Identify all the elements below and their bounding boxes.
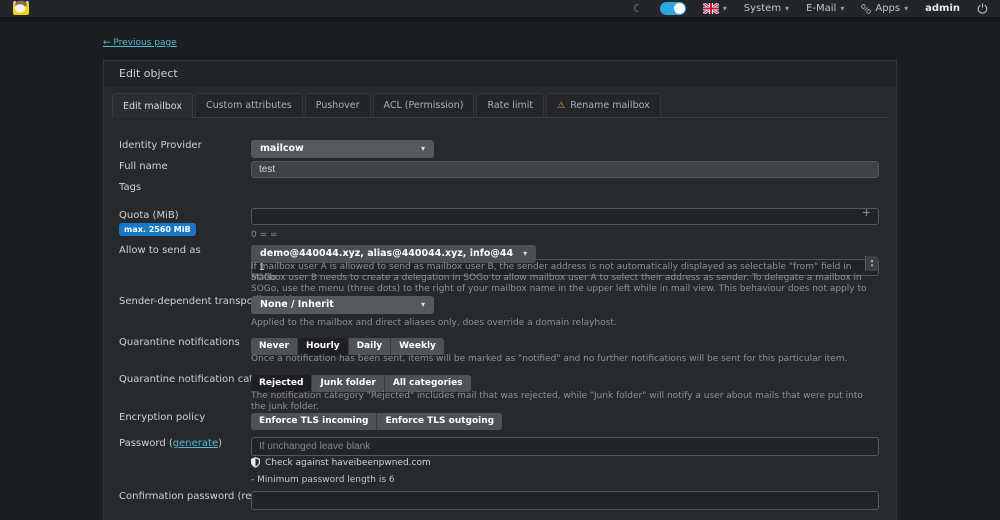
encryption-policy-group: Enforce TLS incoming Enforce TLS outgoin… bbox=[251, 413, 502, 430]
quarantine-notifications-group: Never Hourly Daily Weekly bbox=[251, 338, 444, 355]
password-label: Password (generate) bbox=[119, 438, 222, 449]
tags-label: Tags bbox=[119, 182, 141, 193]
dark-mode-icon: ☾ bbox=[633, 2, 643, 15]
generate-password-link[interactable]: generate bbox=[173, 438, 218, 449]
shield-icon bbox=[251, 457, 260, 468]
add-tag-icon[interactable]: + bbox=[862, 206, 871, 219]
uk-flag-icon bbox=[703, 3, 719, 14]
quota-label: Quota (MiB) bbox=[119, 210, 179, 221]
chevron-down-icon: ▾ bbox=[723, 4, 727, 13]
notify-hourly-button[interactable]: Hourly bbox=[298, 338, 349, 355]
notify-daily-button[interactable]: Daily bbox=[349, 338, 392, 355]
category-rejected-button[interactable]: Rejected bbox=[251, 375, 312, 392]
chevron-down-icon: ▾ bbox=[421, 300, 425, 309]
full-name-input[interactable] bbox=[251, 161, 879, 178]
tab-rate-limit[interactable]: Rate limit bbox=[476, 93, 544, 117]
quarantine-category-group: Rejected Junk folder All categories bbox=[251, 375, 471, 392]
pwned-check-option[interactable]: Check against haveibeenpwned.com bbox=[251, 457, 879, 468]
mailcow-logo[interactable] bbox=[12, 0, 31, 19]
enforce-tls-incoming-button[interactable]: Enforce TLS incoming bbox=[251, 413, 377, 430]
notify-weekly-button[interactable]: Weekly bbox=[391, 338, 444, 355]
chevron-down-icon: ▾ bbox=[840, 4, 844, 13]
category-junk-folder-button[interactable]: Junk folder bbox=[312, 375, 384, 392]
language-selector[interactable]: ▾ bbox=[703, 3, 727, 14]
tab-edit-mailbox[interactable]: Edit mailbox bbox=[112, 93, 193, 118]
quota-hint: 0 = ∞ bbox=[251, 230, 879, 241]
top-navbar: ☾ ▾ System▾ E-Mail▾ Apps▾ admin bbox=[0, 0, 1000, 22]
category-all-button[interactable]: All categories bbox=[385, 375, 471, 392]
card-title: Edit object bbox=[104, 61, 896, 86]
tags-input[interactable] bbox=[251, 208, 879, 225]
transports-help: Applied to the mailbox and direct aliase… bbox=[251, 318, 879, 329]
identity-provider-select[interactable]: mailcow ▾ bbox=[251, 140, 434, 158]
tab-custom-attributes[interactable]: Custom attributes bbox=[195, 93, 303, 117]
identity-provider-label: Identity Provider bbox=[119, 140, 202, 151]
chevron-down-icon: ▾ bbox=[523, 249, 527, 258]
menu-apps[interactable]: Apps▾ bbox=[861, 3, 908, 14]
dark-mode-toggle[interactable] bbox=[660, 2, 686, 15]
quota-max-badge: max. 2560 MiB bbox=[119, 223, 196, 236]
previous-page-link[interactable]: ← Previous page bbox=[103, 38, 177, 48]
menu-email[interactable]: E-Mail▾ bbox=[806, 3, 844, 14]
chevron-down-icon: ▾ bbox=[785, 4, 789, 13]
power-icon bbox=[977, 3, 988, 14]
warning-icon: ⚠ bbox=[557, 101, 565, 111]
cow-logo-icon bbox=[12, 0, 31, 15]
tab-pushover[interactable]: Pushover bbox=[305, 93, 371, 117]
password-min-hint: - Minimum password length is 6 bbox=[251, 475, 879, 486]
edit-object-card: Edit object Edit mailbox Custom attribut… bbox=[103, 60, 897, 520]
tab-rename-mailbox[interactable]: ⚠ Rename mailbox bbox=[546, 93, 661, 117]
mailbox-tabs: Edit mailbox Custom attributes Pushover … bbox=[112, 94, 888, 118]
toggle-knob bbox=[674, 3, 685, 14]
quarantine-notifications-label: Quarantine notifications bbox=[119, 337, 240, 348]
allow-send-as-select[interactable]: demo@440044.xyz, alias@440044.xyz, info@… bbox=[251, 245, 536, 263]
confirm-password-input[interactable] bbox=[251, 491, 879, 510]
enforce-tls-outgoing-button[interactable]: Enforce TLS outgoing bbox=[377, 413, 502, 430]
chevron-down-icon: ▾ bbox=[904, 4, 908, 13]
logout-button[interactable] bbox=[977, 0, 988, 18]
password-input[interactable] bbox=[251, 437, 879, 456]
full-name-label: Full name bbox=[119, 161, 168, 172]
menu-system[interactable]: System▾ bbox=[744, 3, 789, 14]
menu-admin[interactable]: admin bbox=[925, 3, 960, 14]
navbar-menu: ☾ ▾ System▾ E-Mail▾ Apps▾ admin bbox=[633, 0, 988, 17]
quarantine-notifications-help: Once a notification has been sent, items… bbox=[251, 354, 879, 365]
encryption-policy-label: Encryption policy bbox=[119, 412, 205, 423]
transports-label: Sender-dependent transports bbox=[119, 296, 266, 307]
tab-acl-permission[interactable]: ACL (Permission) bbox=[373, 93, 475, 117]
link-icon bbox=[861, 4, 871, 14]
transports-select[interactable]: None / Inherit ▾ bbox=[251, 296, 434, 314]
notify-never-button[interactable]: Never bbox=[251, 338, 298, 355]
allow-send-as-label: Allow to send as bbox=[119, 245, 201, 256]
chevron-down-icon: ▾ bbox=[421, 144, 425, 153]
